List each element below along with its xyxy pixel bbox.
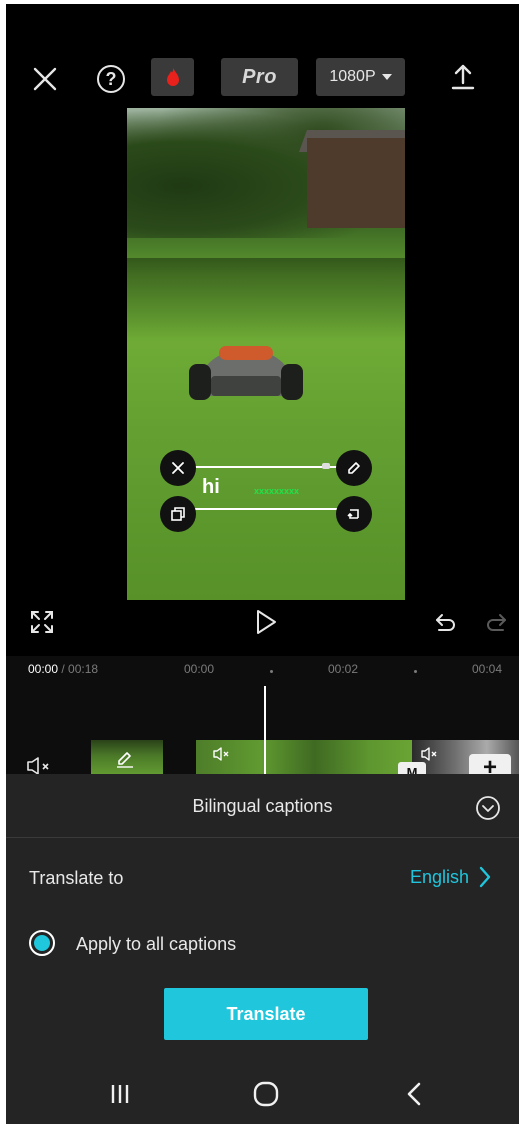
- timecode: 00:00 / 00:18: [28, 662, 98, 676]
- play-button[interactable]: [254, 608, 280, 636]
- system-nav-bar: [6, 1064, 519, 1124]
- apply-all-radio[interactable]: [29, 930, 55, 956]
- preview-house: [307, 138, 405, 228]
- chevron-down-icon: [381, 74, 392, 80]
- recents-icon: [111, 1085, 129, 1103]
- export-icon: [451, 64, 475, 90]
- pro-button[interactable]: Pro: [221, 58, 298, 96]
- timeline-mark: 00:04: [472, 662, 503, 676]
- caption-duplicate-handle[interactable]: [160, 496, 196, 532]
- close-icon: [172, 462, 184, 474]
- speaker-muted-icon: [213, 747, 229, 761]
- redo-icon: [487, 614, 506, 631]
- fullscreen-icon: [31, 611, 53, 633]
- pencil-icon: [117, 752, 133, 768]
- rotate-icon: [347, 509, 359, 519]
- radio-selected-dot: [34, 935, 50, 951]
- fire-icon: [166, 68, 179, 86]
- back-button[interactable]: [398, 1078, 430, 1110]
- language-select[interactable]: English: [410, 866, 491, 888]
- translate-to-label: Translate to: [29, 868, 124, 888]
- robot-mower-image: [189, 344, 303, 402]
- caption-translated-text: xxxxxxxxx: [254, 486, 300, 496]
- home-button[interactable]: [250, 1078, 282, 1110]
- chevron-right-icon: [479, 866, 491, 888]
- caption-text[interactable]: hi: [202, 476, 220, 499]
- resolution-select[interactable]: 1080P: [316, 58, 405, 96]
- preview-shadow: [127, 258, 405, 338]
- caption-edit-handle[interactable]: [336, 450, 372, 486]
- close-icon: [33, 67, 57, 91]
- speaker-muted-icon: [27, 757, 49, 775]
- playhead[interactable]: [264, 686, 266, 780]
- recents-button[interactable]: [104, 1078, 136, 1110]
- help-button[interactable]: ?: [94, 62, 128, 96]
- hot-templates-button[interactable]: [151, 58, 194, 96]
- undo-icon: [436, 614, 455, 631]
- timeline-mark: 00:00: [184, 662, 215, 676]
- total-time: / 00:18: [61, 662, 99, 676]
- caption-anchor-dot: [322, 463, 330, 469]
- copy-icon: [171, 507, 185, 521]
- collapse-sheet-button[interactable]: [474, 794, 502, 822]
- mute-clip-audio-button[interactable]: [26, 756, 54, 776]
- resolution-value: 1080P: [329, 68, 376, 85]
- undo-button[interactable]: [434, 610, 458, 634]
- pencil-icon: [348, 462, 360, 474]
- fullscreen-button[interactable]: [28, 608, 56, 636]
- top-toolbar: ? Pro 1080P: [6, 52, 519, 100]
- redo-button[interactable]: [484, 610, 508, 634]
- help-icon: ?: [97, 65, 125, 93]
- caption-delete-handle[interactable]: [160, 450, 196, 486]
- translate-button[interactable]: Translate: [164, 988, 368, 1040]
- timeline-tick: [270, 670, 273, 673]
- back-icon: [407, 1082, 421, 1106]
- timeline-tick: [414, 670, 417, 673]
- timeline-mark: 00:02: [328, 662, 359, 676]
- export-button[interactable]: [446, 60, 480, 94]
- home-icon: [253, 1081, 279, 1107]
- timeline[interactable]: 00:00 / 00:18 00:00 00:02 00:04 M +: [6, 656, 519, 780]
- apply-all-label[interactable]: Apply to all captions: [76, 934, 236, 955]
- bilingual-captions-sheet: Bilingual captions Translate to English …: [6, 774, 519, 1064]
- collapse-icon: [476, 796, 500, 820]
- sheet-title: Bilingual captions: [192, 796, 333, 816]
- divider: [6, 837, 519, 838]
- close-button[interactable]: [28, 62, 62, 96]
- caption-scale-rotate-handle[interactable]: [336, 496, 372, 532]
- play-icon: [257, 610, 276, 634]
- speaker-muted-icon: [421, 747, 437, 761]
- current-time: 00:00: [28, 662, 59, 676]
- capcut-editor-screen: ? Pro 1080P hi xxxxxxxxx 00:00 / 00:18 0…: [6, 4, 519, 1124]
- language-value: English: [410, 866, 470, 887]
